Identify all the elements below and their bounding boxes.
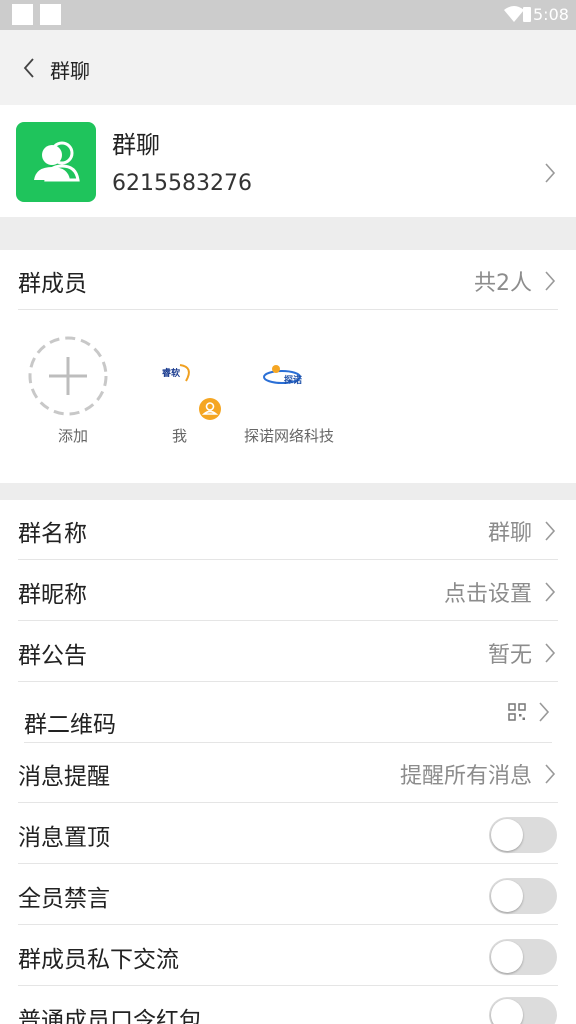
chevron-right-icon xyxy=(545,582,556,602)
setting-row-nickname[interactable]: 群昵称 点击设置 xyxy=(0,561,576,621)
member-avatar-tannuo[interactable]: 探诺 xyxy=(258,355,312,395)
chevron-right-icon xyxy=(539,702,550,722)
setting-value: 暂无 xyxy=(487,643,532,668)
divider xyxy=(18,802,558,803)
setting-label: 群二维码 xyxy=(24,712,116,738)
status-time: 5:08 xyxy=(533,5,569,24)
setting-row-group-name[interactable]: 群名称 群聊 xyxy=(0,500,576,560)
member-label: 我 xyxy=(172,427,188,445)
member-avatar-me[interactable]: 睿软 xyxy=(150,351,210,391)
group-people-icon xyxy=(34,141,80,182)
members-row[interactable]: 群成员 共2人 xyxy=(0,250,576,310)
setting-label: 群昵称 xyxy=(18,582,87,608)
section-divider xyxy=(0,217,576,250)
setting-value: 点击设置 xyxy=(443,582,532,607)
toggle-knob xyxy=(491,819,523,851)
divider xyxy=(18,681,558,682)
toggle-label: 普通成员口令红包 xyxy=(18,1008,202,1024)
toggle-label: 群成员私下交流 xyxy=(18,947,179,973)
logo-swoosh-icon xyxy=(179,364,190,382)
members-label: 群成员 xyxy=(18,271,87,297)
setting-label: 群公告 xyxy=(18,643,87,669)
setting-label: 群名称 xyxy=(18,521,87,547)
back-arrow-icon[interactable] xyxy=(20,56,38,80)
toggle-label: 消息置顶 xyxy=(18,825,110,851)
group-avatar xyxy=(16,122,96,202)
notification-icon xyxy=(12,4,33,25)
chevron-right-icon xyxy=(545,163,556,183)
divider xyxy=(18,309,558,310)
member-label: 探诺网络科技 xyxy=(244,427,335,445)
toggle-row-pin-chat: 消息置顶 xyxy=(0,804,576,864)
group-info-card[interactable]: 群聊 6215583276 xyxy=(0,105,576,217)
setting-row-announcement[interactable]: 群公告 暂无 xyxy=(0,622,576,682)
divider xyxy=(18,924,558,925)
toggle-knob xyxy=(491,999,523,1024)
app-bar: 群聊 xyxy=(0,30,576,105)
qr-code-icon xyxy=(508,703,526,721)
setting-value: 群聊 xyxy=(487,521,532,546)
members-grid: 添加 睿软 我 探诺 探诺网络科技 xyxy=(0,311,576,483)
divider xyxy=(18,559,558,560)
owner-badge-icon xyxy=(199,398,221,420)
page-title: 群聊 xyxy=(50,59,90,83)
private-chat-toggle[interactable] xyxy=(489,939,557,975)
toggle-label: 全员禁言 xyxy=(18,886,110,912)
setting-value: 提醒所有消息 xyxy=(399,764,532,789)
members-count: 共2人 xyxy=(474,271,532,296)
toggle-row-private-chat: 群成员私下交流 xyxy=(0,926,576,986)
mute-all-toggle[interactable] xyxy=(489,878,557,914)
toggle-row-mute-all: 全员禁言 xyxy=(0,865,576,925)
toggle-knob xyxy=(491,941,523,973)
group-name: 群聊 xyxy=(112,131,160,159)
notification-icon xyxy=(40,4,61,25)
setting-row-notification[interactable]: 消息提醒 提醒所有消息 xyxy=(0,743,576,803)
add-member-button[interactable] xyxy=(27,335,109,417)
pin-chat-toggle[interactable] xyxy=(489,817,557,853)
toggle-row-password-red-packet: 普通成员口令红包 xyxy=(0,987,576,1024)
divider xyxy=(18,985,558,986)
member-label: 添加 xyxy=(58,427,89,445)
divider xyxy=(18,620,558,621)
battery-icon xyxy=(523,7,531,22)
divider xyxy=(18,863,558,864)
status-bar: 5:08 xyxy=(0,0,576,30)
setting-label: 消息提醒 xyxy=(18,764,110,790)
group-id: 6215583276 xyxy=(112,171,252,196)
section-divider xyxy=(0,483,576,500)
password-red-packet-toggle[interactable] xyxy=(489,997,557,1024)
chevron-right-icon xyxy=(545,521,556,541)
wifi-icon xyxy=(504,6,524,22)
setting-row-qr-code[interactable]: 群二维码 xyxy=(0,683,576,743)
avatar-logo-text: 探诺 xyxy=(284,376,303,386)
toggle-knob xyxy=(491,880,523,912)
chevron-right-icon xyxy=(545,764,556,784)
chevron-right-icon xyxy=(545,643,556,663)
chevron-right-icon xyxy=(545,271,556,291)
